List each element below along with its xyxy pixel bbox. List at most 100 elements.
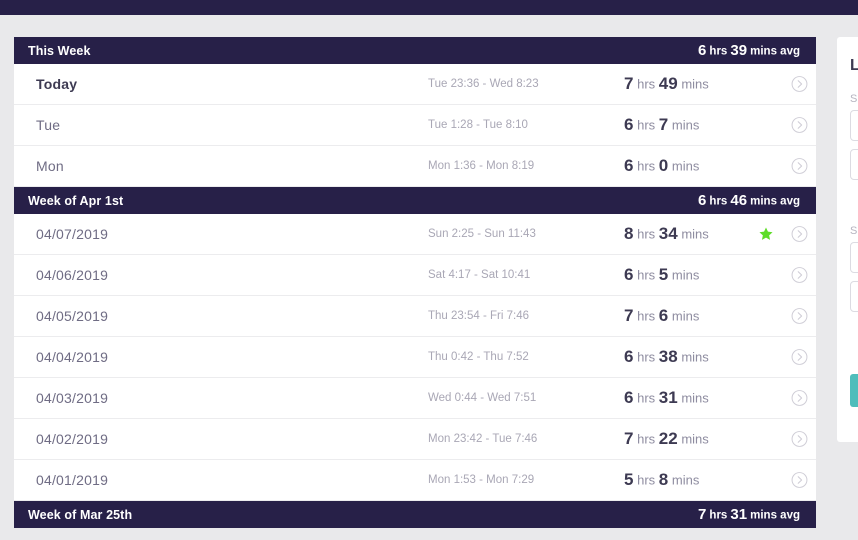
sleep-entry-time-range: Wed 0:44 - Wed 7:51: [428, 392, 536, 404]
week-average-hours: 6: [698, 192, 706, 209]
sleep-entry-minutes: 8: [659, 470, 668, 489]
chevron-right-icon[interactable]: [791, 431, 808, 448]
sleep-entry-date: Mon: [36, 158, 64, 174]
side-input-4[interactable]: [850, 281, 858, 312]
sleep-entry-minutes: 38: [659, 347, 678, 366]
sleep-entry-time-range: Tue 23:36 - Wed 8:23: [428, 78, 539, 90]
sleep-entry-minutes: 5: [659, 265, 668, 284]
chevron-right-icon[interactable]: [791, 472, 808, 489]
chevron-right-icon[interactable]: [791, 308, 808, 325]
sleep-entry-duration: 7 hrs 22 mins: [624, 429, 709, 449]
sleep-entry-time-range: Sat 4:17 - Sat 10:41: [428, 269, 530, 281]
week-group-title: This Week: [28, 44, 91, 58]
sleep-entry-row[interactable]: MonMon 1:36 - Mon 8:196 hrs 0 mins: [14, 146, 816, 187]
sleep-entry-duration: 6 hrs 38 mins: [624, 347, 709, 367]
sleep-entry-minutes-unit: mins: [681, 391, 708, 406]
sleep-entry-date: 04/06/2019: [36, 267, 108, 283]
sleep-entry-date: 04/05/2019: [36, 308, 108, 324]
week-average-hours: 6: [698, 42, 706, 59]
sleep-entry-minutes-unit: mins: [672, 118, 699, 133]
sleep-entry-time-range: Sun 2:25 - Sun 11:43: [428, 228, 536, 240]
sleep-entry-hours: 8: [624, 224, 633, 243]
sleep-entry-minutes-unit: mins: [672, 309, 699, 324]
side-input-2[interactable]: [850, 149, 858, 180]
sleep-entry-hours: 6: [624, 156, 633, 175]
week-group-title: Week of Apr 1st: [28, 194, 123, 208]
sleep-entry-row[interactable]: Tue Tue 1:28 - Tue 8:10 6 hrs 7 mins: [14, 105, 816, 146]
sleep-entry-duration: 6 hrs 5 mins: [624, 265, 699, 285]
sleep-entry-date: Tue: [36, 117, 60, 133]
sleep-entry-duration: 7 hrs 6 mins: [624, 306, 699, 326]
sleep-entry-time-range: Tue 1:28 - Tue 8:10: [428, 119, 528, 131]
sleep-entry-hours: 5: [624, 470, 633, 489]
sleep-entry-minutes: 22: [659, 429, 678, 448]
sleep-entry-hours-unit: hrs: [637, 118, 655, 133]
chevron-right-icon[interactable]: [791, 158, 808, 175]
sleep-entry-date: Today: [36, 76, 77, 92]
side-input-1[interactable]: [850, 110, 858, 141]
chevron-right-icon[interactable]: [791, 267, 808, 284]
sleep-entry-row[interactable]: 04/06/2019 Sat 4:17 - Sat 10:41 6 hrs 5 mi…: [14, 255, 816, 296]
sleep-entry-minutes: 31: [659, 388, 678, 407]
sleep-entry-hours: 7: [624, 306, 633, 325]
chevron-right-icon[interactable]: [791, 226, 808, 243]
sleep-entry-minutes: 49: [659, 74, 678, 93]
sleep-entry-minutes-unit: mins: [681, 77, 708, 92]
sleep-entry-minutes: 34: [659, 224, 678, 243]
week-average-minutes: 39: [730, 42, 747, 59]
week-average-hours: 7: [698, 506, 706, 523]
sleep-entry-time-range: Thu 0:42 - Thu 7:52: [428, 351, 529, 363]
chevron-right-icon[interactable]: [791, 117, 808, 134]
week-group-average: 6 hrs 39 mins avg: [698, 42, 802, 59]
sleep-entry-row[interactable]: Today Tue 23:36 - Wed 8:23 7 hrs 49 mins: [14, 64, 816, 105]
sleep-entry-date: 04/03/2019: [36, 390, 108, 406]
sleep-entry-minutes-unit: mins: [672, 268, 699, 283]
week-average-minutes-unit: mins avg: [750, 46, 800, 58]
sleep-entry-hours-unit: hrs: [637, 268, 655, 283]
sleep-entry-duration: 8 hrs 34 mins: [624, 224, 709, 244]
sleep-log-card: This Week 6 hrs 39 mins avg Today Tue 23:36…: [14, 37, 816, 528]
sleep-entry-hours: 6: [624, 347, 633, 366]
week-group-title: Week of Mar 25th: [28, 508, 132, 522]
sleep-entry-duration: 6 hrs 7 mins: [624, 115, 699, 135]
sleep-entry-row[interactable]: 04/04/2019 Thu 0:42 - Thu 7:52 6 hrs 38 mi…: [14, 337, 816, 378]
side-submit-button[interactable]: [850, 374, 858, 407]
week-group-average: 7 hrs 31 mins avg: [698, 506, 802, 523]
sleep-entry-minutes-unit: mins: [681, 227, 708, 242]
week-average-minutes: 31: [730, 506, 747, 523]
sleep-entry-row[interactable]: 04/07/2019 Sun 2:25 - Sun 11:43 8 hrs 34 m…: [14, 214, 816, 255]
chevron-right-icon[interactable]: [791, 349, 808, 366]
sleep-entry-date: 04/07/2019: [36, 226, 108, 242]
week-group-header[interactable]: Week of Apr 1st6 hrs 46 mins avg: [14, 187, 816, 214]
week-average-hours-unit: hrs: [709, 510, 727, 522]
sleep-entry-row[interactable]: 04/03/2019 Wed 0:44 - Wed 7:51 6 hrs 31 mi…: [14, 378, 816, 419]
sleep-entry-hours: 6: [624, 265, 633, 284]
sleep-entry-hours-unit: hrs: [637, 391, 655, 406]
sleep-entry-duration: 7 hrs 49 mins: [624, 74, 709, 94]
sleep-entry-time-range: Thu 23:54 - Fri 7:46: [428, 310, 529, 322]
sleep-entry-duration: 6 hrs 0 mins: [624, 156, 699, 176]
week-group-header[interactable]: This Week 6 hrs 39 mins avg: [14, 37, 816, 64]
week-group-header[interactable]: Week of Mar 25th 7 hrs 31 mins avg: [14, 501, 816, 528]
sleep-entry-hours-unit: hrs: [637, 309, 655, 324]
sleep-entry-hours: 6: [624, 115, 633, 134]
chevron-right-icon[interactable]: [791, 390, 808, 407]
sleep-entry-row[interactable]: 04/05/2019 Thu 23:54 - Fri 7:46 7 hrs 6 mi…: [14, 296, 816, 337]
sleep-entry-minutes-unit: mins: [672, 473, 699, 488]
star-icon: [758, 226, 774, 242]
sleep-entry-hours-unit: hrs: [637, 473, 655, 488]
chevron-right-icon[interactable]: [791, 76, 808, 93]
sleep-entry-time-range: Mon 23:42 - Tue 7:46: [428, 433, 537, 445]
week-average-minutes-unit: mins avg: [750, 510, 800, 522]
sleep-entry-hours: 7: [624, 429, 633, 448]
sleep-entry-minutes: 7: [659, 115, 668, 134]
sleep-entry-hours: 6: [624, 388, 633, 407]
side-input-3[interactable]: [850, 242, 858, 273]
sleep-entry-row[interactable]: 04/02/2019Mon 23:42 - Tue 7:467 hrs 22 m…: [14, 419, 816, 460]
sleep-entry-date: 04/04/2019: [36, 349, 108, 365]
side-form-panel: L S S: [837, 37, 858, 442]
sleep-entry-row[interactable]: 04/01/2019Mon 1:53 - Mon 7:295 hrs 8 min…: [14, 460, 816, 501]
sleep-entry-minutes: 6: [659, 306, 668, 325]
week-average-hours-unit: hrs: [709, 196, 727, 208]
sleep-entry-hours-unit: hrs: [637, 350, 655, 365]
